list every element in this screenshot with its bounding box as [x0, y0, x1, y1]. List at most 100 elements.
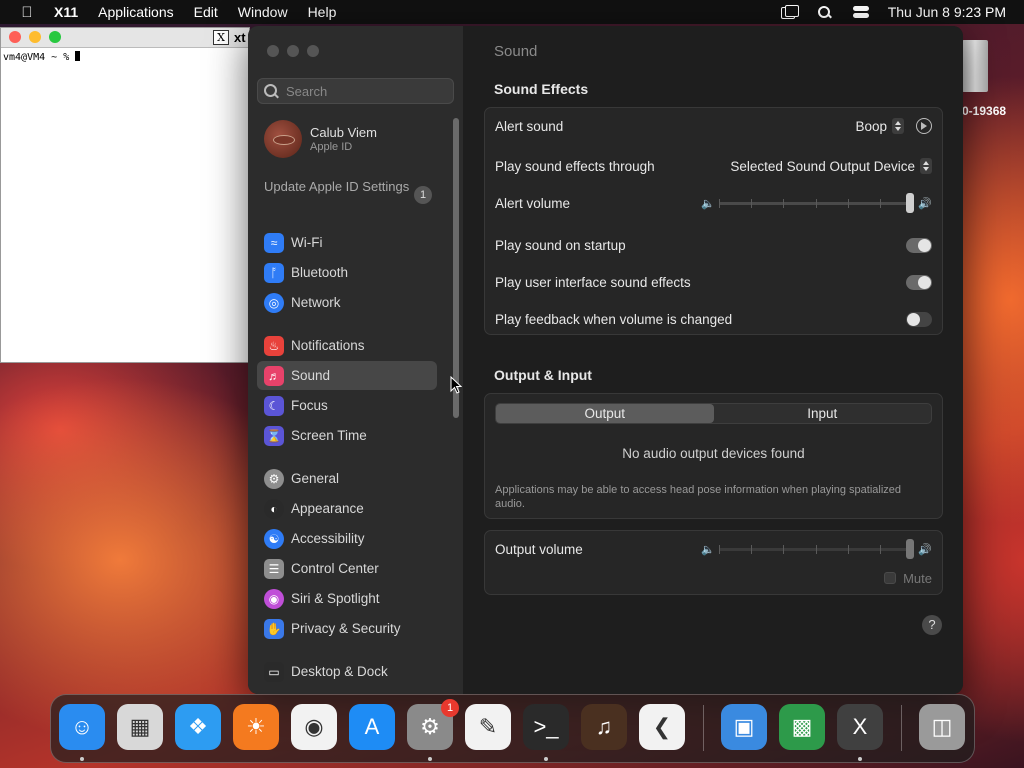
- alert-volume-knob[interactable]: [906, 192, 914, 213]
- vscode-icon[interactable]: ❮: [639, 704, 685, 750]
- xterm-minimize-button[interactable]: [29, 31, 41, 43]
- checkbox-box: [884, 572, 897, 584]
- sidebar-item-appearance[interactable]: ◐ Appearance: [257, 494, 437, 523]
- disk-drive-icon[interactable]: [962, 40, 988, 92]
- sidebar-item-control-center[interactable]: ☰ Control Center: [257, 554, 437, 583]
- menu-edit[interactable]: Edit: [194, 4, 218, 20]
- output-volume-knob[interactable]: [906, 538, 914, 559]
- disk-label[interactable]: 0-19368: [962, 104, 1006, 118]
- textedit-icon[interactable]: ✎: [465, 704, 511, 750]
- apple-menu-icon[interactable]: : [18, 4, 36, 21]
- launchpad-icon[interactable]: ▦: [117, 704, 163, 750]
- sidebar-item-label: Network: [291, 295, 341, 310]
- xterm-close-button[interactable]: [9, 31, 21, 43]
- finder-icon[interactable]: ☺: [59, 704, 105, 750]
- sidebar-item-accessibility[interactable]: ☯ Accessibility: [257, 524, 437, 553]
- menu-applications[interactable]: Applications: [98, 4, 174, 20]
- sound-effects-heading: Sound Effects: [494, 81, 589, 97]
- sidebar-item-sound[interactable]: ♬ Sound: [257, 361, 437, 390]
- window-close-button[interactable]: [267, 45, 279, 57]
- sidebar-item-desktop-dock[interactable]: ▭ Desktop & Dock: [257, 657, 437, 686]
- gameboy-icon[interactable]: ▩: [779, 704, 825, 750]
- speaker-low-icon: 🔈: [701, 197, 715, 210]
- sidebar-item-network[interactable]: ◎ Network: [257, 288, 437, 317]
- sidebar-search-input[interactable]: Search: [257, 78, 454, 104]
- sidebar-item-notifications[interactable]: ♨ Notifications: [257, 331, 437, 360]
- app-store-icon[interactable]: A: [349, 704, 395, 750]
- slider-tick: [719, 198, 720, 208]
- menu-app-name[interactable]: X11: [54, 4, 78, 20]
- update-apple-id-settings[interactable]: Update Apple ID Settings: [264, 179, 434, 195]
- startup-sound-toggle[interactable]: [906, 237, 932, 253]
- chrome-icon[interactable]: ◉: [291, 704, 337, 750]
- x11-icon[interactable]: X: [837, 704, 883, 750]
- menu-clock[interactable]: Thu Jun 8 9:23 PM: [888, 4, 1006, 20]
- firefox-icon[interactable]: ☀: [233, 704, 279, 750]
- sound-pane: Sound Sound Effects Alert sound Boop Pla…: [463, 26, 963, 694]
- window-minimize-button[interactable]: [287, 45, 299, 57]
- x11-logo-icon: X: [213, 30, 229, 45]
- volume-feedback-label: Play feedback when volume is changed: [495, 311, 733, 327]
- sidebar-item-general[interactable]: ⚙ General: [257, 464, 437, 493]
- xterm-zoom-button[interactable]: [49, 31, 61, 43]
- safari-icon[interactable]: ❖: [175, 704, 221, 750]
- slider-tick: [751, 198, 752, 208]
- toggle-thumb: [907, 312, 920, 326]
- sidebar-item-wi-fi[interactable]: ≈ Wi-Fi: [257, 228, 437, 257]
- speaker-high-icon: 🔊: [918, 197, 932, 210]
- trash-icon[interactable]: ◫: [919, 704, 965, 750]
- spotlight-search-icon[interactable]: [816, 5, 834, 19]
- mute-checkbox[interactable]: Mute: [884, 571, 932, 586]
- play-through-value: Selected Sound Output Device: [730, 158, 915, 174]
- sidebar-item-label: General: [291, 471, 340, 486]
- siri-icon: ◉: [264, 588, 284, 609]
- slider-tick: [816, 198, 817, 208]
- remote-desktop-icon[interactable]: ▣: [721, 704, 767, 750]
- mute-label: Mute: [903, 570, 932, 586]
- help-button[interactable]: ?: [922, 615, 942, 635]
- page-title: Sound: [494, 43, 538, 60]
- sidebar-item-bluetooth[interactable]: ᚩ Bluetooth: [257, 258, 437, 287]
- updown-arrows-icon: [892, 118, 904, 134]
- sound-effects-group: Alert sound Boop Play sound effects thro…: [484, 107, 943, 335]
- menu-window[interactable]: Window: [238, 4, 288, 20]
- dock-icon: ▭: [264, 661, 284, 682]
- accessibility-icon: ☯: [264, 528, 284, 549]
- terminal-icon[interactable]: >_: [523, 704, 569, 750]
- xterm-titlebar[interactable]: X xt: [1, 28, 249, 48]
- sidebar-item-focus[interactable]: ☾ Focus: [257, 391, 437, 420]
- sidebar-item-label: Siri & Spotlight: [291, 591, 380, 606]
- alert-volume-track[interactable]: [719, 192, 914, 213]
- volume-feedback-toggle[interactable]: [906, 311, 932, 327]
- window-zoom-button[interactable]: [307, 45, 319, 57]
- apple-id-account[interactable]: Calub Viem Apple ID: [264, 120, 377, 158]
- bluetooth-icon: ᚩ: [264, 262, 284, 283]
- slider-tick: [783, 544, 784, 554]
- alert-sound-popup[interactable]: Boop: [855, 118, 904, 134]
- tab-output[interactable]: Output: [496, 404, 714, 423]
- play-icon[interactable]: [916, 118, 932, 134]
- alert-volume-slider[interactable]: 🔈 🔊: [701, 192, 932, 213]
- screen-mirroring-icon[interactable]: [780, 5, 799, 19]
- menu-help[interactable]: Help: [308, 4, 337, 20]
- tab-input[interactable]: Input: [714, 404, 932, 423]
- ui-sound-effects-toggle[interactable]: [906, 274, 932, 290]
- sidebar-item-label: Control Center: [291, 561, 379, 576]
- output-volume-track[interactable]: [719, 538, 914, 559]
- wifi-icon: ≈: [264, 232, 284, 253]
- slider-tick: [848, 198, 849, 208]
- search-icon: [264, 84, 278, 98]
- system-settings-icon[interactable]: ⚙ 1: [407, 699, 459, 750]
- control-center-menu-icon[interactable]: [852, 5, 870, 19]
- output-volume-group: Output volume 🔈 🔊 Mute: [484, 530, 943, 595]
- menu-bar:  X11 Applications Edit Window Help Thu …: [0, 0, 1024, 24]
- globe-icon: ◎: [264, 292, 284, 313]
- sidebar-item-screen-time[interactable]: ⌛ Screen Time: [257, 421, 437, 450]
- sidebar-scrollbar[interactable]: [453, 118, 459, 418]
- play-through-popup[interactable]: Selected Sound Output Device: [730, 158, 932, 174]
- sidebar-item-siri-spotlight[interactable]: ◉ Siri & Spotlight: [257, 584, 437, 613]
- sidebar-item-privacy-security[interactable]: ✋ Privacy & Security: [257, 614, 437, 643]
- output-volume-slider[interactable]: 🔈 🔊: [701, 538, 932, 559]
- garageband-icon[interactable]: ♫: [581, 704, 627, 750]
- terminal-content[interactable]: vm4@VM4 ~ %: [1, 48, 249, 66]
